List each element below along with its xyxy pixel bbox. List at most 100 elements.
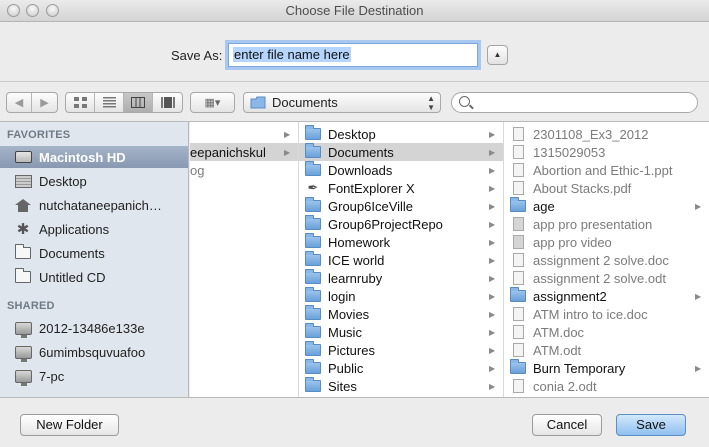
window-title: Choose File Destination <box>285 3 424 18</box>
nav-buttons: ◀ ▶ <box>6 92 58 113</box>
file-row[interactable]: assignment 2 solve.doc <box>504 251 709 269</box>
save-button[interactable]: Save <box>616 414 686 436</box>
chevron-up-icon: ▲ <box>493 50 502 59</box>
collapse-dialog-button[interactable]: ▲ <box>487 45 508 65</box>
file-row[interactable]: 1315029053 <box>504 143 709 161</box>
folder-icon <box>305 323 321 339</box>
sidebar-item-home[interactable]: nutchataneepanich… <box>0 194 188 216</box>
folder-row[interactable]: Homework ▶ <box>299 233 503 251</box>
file-row[interactable]: age ▶ <box>504 197 709 215</box>
new-folder-button[interactable]: New Folder <box>20 414 119 436</box>
folder-row[interactable]: Group6ProjectRepo ▶ <box>299 215 503 233</box>
row-label: Group6IceVille <box>328 198 414 214</box>
cover-flow-button[interactable] <box>153 93 182 112</box>
folder-row[interactable]: Documents ▶ <box>299 143 503 161</box>
icon-view-icon <box>73 97 87 108</box>
folder-icon <box>305 215 321 231</box>
sidebar-item-macintosh-hd[interactable]: Macintosh HD <box>0 146 188 168</box>
disclosure-arrow-icon: ▶ <box>284 147 291 157</box>
row-label: FontExplorer X <box>328 180 415 196</box>
row-label: assignment 2 solve.doc <box>533 252 669 268</box>
folder-row[interactable]: learnruby ▶ <box>299 269 503 287</box>
folder-row[interactable]: ✒ FontExplorer X ▶ <box>299 179 503 197</box>
row-label: Public <box>328 360 364 376</box>
folder-icon <box>305 305 321 321</box>
row-label: age <box>533 198 555 214</box>
disclosure-arrow-icon: ▶ <box>489 291 496 301</box>
search-input[interactable] <box>476 95 686 109</box>
folder-icon <box>305 287 321 303</box>
file-name-input[interactable]: enter file name here <box>228 43 478 67</box>
sidebar-item-shared-computer[interactable]: 7-pc <box>0 365 188 387</box>
column-view-button[interactable] <box>124 93 153 112</box>
folder-row[interactable]: Downloads ▶ <box>299 161 503 179</box>
back-button[interactable]: ◀ <box>7 93 32 112</box>
sidebar-item-desktop[interactable]: Desktop <box>0 170 188 192</box>
list-view-button[interactable] <box>95 93 124 112</box>
file-row[interactable]: assignment 2 solve.odt <box>504 269 709 287</box>
folder-icon <box>305 341 321 357</box>
folder-row[interactable]: Public ▶ <box>299 359 503 377</box>
folder-row[interactable]: og <box>190 161 298 179</box>
disclosure-arrow-icon: ▶ <box>284 129 291 139</box>
file-row[interactable]: ATM.odt <box>504 341 709 359</box>
sidebar-item-shared-computer[interactable]: 6umimbsquvuafoo <box>0 341 188 363</box>
location-popup[interactable]: Documents ▲ ▼ <box>243 92 441 113</box>
folder-row[interactable]: login ▶ <box>299 287 503 305</box>
file-row[interactable]: About Stacks.pdf <box>504 179 709 197</box>
cancel-button[interactable]: Cancel <box>532 414 602 436</box>
folder-row[interactable]: Movies ▶ <box>299 305 503 323</box>
cd-icon <box>14 268 32 285</box>
desktop-icon <box>14 173 32 189</box>
folder-icon <box>305 197 321 213</box>
file-row[interactable]: app pro video <box>504 233 709 251</box>
sidebar-item-label: Documents <box>39 245 105 261</box>
folder-icon <box>305 269 321 285</box>
file-row[interactable]: app pro presentation <box>504 215 709 233</box>
sidebar-item-shared-computer[interactable]: 2012-13486e133e <box>0 317 188 339</box>
file-row[interactable]: ATM.doc <box>504 323 709 341</box>
row-label: Burn Temporary <box>533 360 626 376</box>
arrange-menu[interactable]: ▦▾ <box>190 92 235 113</box>
sidebar-item-label: 7-pc <box>39 368 65 384</box>
file-row[interactable]: ATM intro to ice.doc <box>504 305 709 323</box>
folder-icon <box>305 359 321 375</box>
disclosure-arrow-icon: ▶ <box>489 327 496 337</box>
disclosure-arrow-icon: ▶ <box>489 147 496 157</box>
folder-row[interactable]: ICE world ▶ <box>299 251 503 269</box>
forward-arrow-icon: ▶ <box>40 97 49 109</box>
file-row[interactable]: assignment2 ▶ <box>504 287 709 305</box>
search-field[interactable] <box>451 92 698 113</box>
disclosure-arrow-icon: ▶ <box>489 345 496 355</box>
file-row[interactable]: 2301108_Ex3_2012 <box>504 125 709 143</box>
disclosure-arrow-icon: ▶ <box>489 183 496 193</box>
folder-icon <box>305 233 321 249</box>
disclosure-arrow-icon: ▶ <box>695 201 702 211</box>
sidebar-item-documents[interactable]: Documents <box>0 242 188 264</box>
documents-icon <box>14 244 32 261</box>
folder-row[interactable]: Pictures ▶ <box>299 341 503 359</box>
folder-row[interactable]: Music ▶ <box>299 323 503 341</box>
row-label: Homework <box>328 234 391 250</box>
icon-view-button[interactable] <box>66 93 95 112</box>
forward-button[interactable]: ▶ <box>32 93 57 112</box>
file-row[interactable]: conia 2.odt <box>504 377 709 395</box>
row-label: app pro presentation <box>533 216 653 232</box>
row-label: Music <box>328 324 362 340</box>
sidebar-item-applications[interactable]: ✱ Applications <box>0 218 188 240</box>
file-row[interactable]: Abortion and Ethic-1.ppt <box>504 161 709 179</box>
file-row[interactable]: Burn Temporary ▶ <box>504 359 709 377</box>
row-label: ATM.odt <box>533 342 582 358</box>
arrange-icon: ▦▾ <box>204 97 221 109</box>
folder-row[interactable]: Group6IceVille ▶ <box>299 197 503 215</box>
row-label: ICE world <box>328 252 385 268</box>
sidebar-item-untitled-cd[interactable]: Untitled CD <box>0 266 188 288</box>
document-icon <box>510 163 526 177</box>
folder-row[interactable]: Sites ▶ <box>299 377 503 395</box>
computer-icon <box>14 368 32 386</box>
document-icon <box>510 307 526 321</box>
folder-row[interactable]: ▶ <box>190 125 298 143</box>
search-icon <box>459 96 470 107</box>
folder-row[interactable]: eepanichskul ▶ <box>190 143 298 161</box>
folder-row[interactable]: Desktop ▶ <box>299 125 503 143</box>
